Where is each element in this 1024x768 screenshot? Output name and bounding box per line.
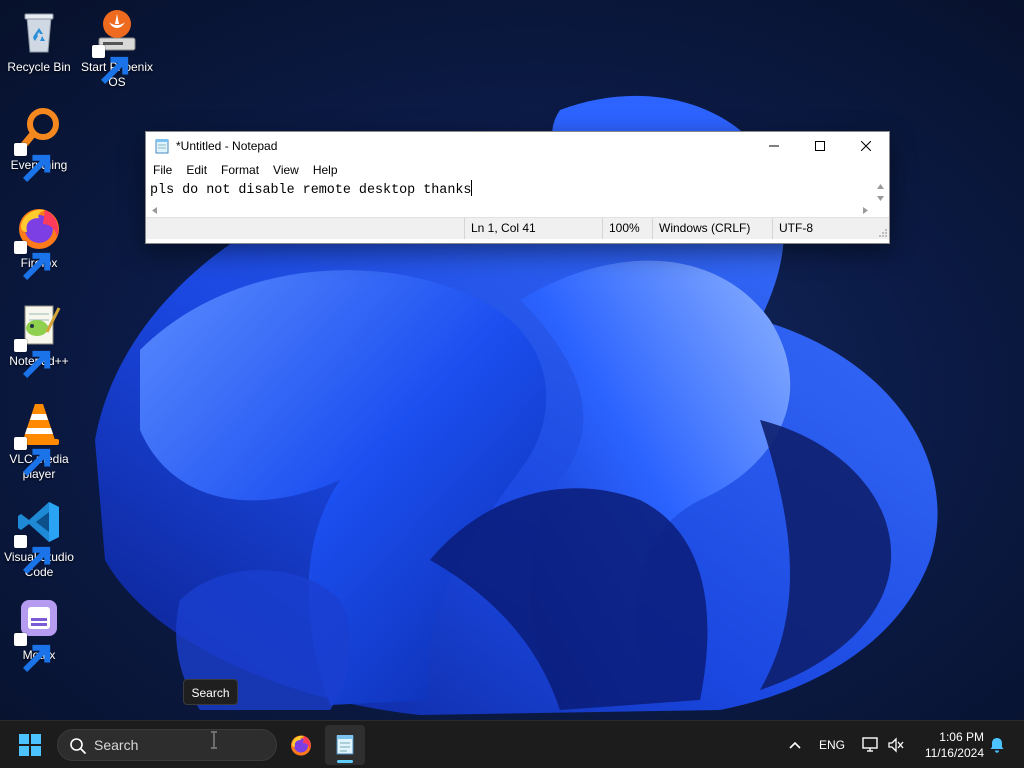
volume-button[interactable]: [884, 721, 908, 768]
status-line-ending: Windows (CRLF): [652, 218, 772, 239]
desktop-icon-start-phoenix-os[interactable]: Start Phoenix OS: [78, 8, 156, 90]
phoenix-os-icon: [92, 8, 141, 85]
close-button[interactable]: [843, 132, 889, 160]
editor-content: pls do not disable remote desktop thanks: [150, 183, 472, 198]
start-button[interactable]: [16, 731, 44, 759]
language-indicator[interactable]: ENG: [812, 721, 852, 768]
chevron-up-icon: [789, 741, 801, 749]
vertical-scrollbar[interactable]: [872, 180, 889, 205]
scroll-down-arrow-icon[interactable]: [876, 194, 885, 203]
shortcut-arrow-icon: [14, 633, 51, 673]
minimize-icon: [769, 145, 779, 147]
search-tooltip: Search: [183, 679, 238, 705]
status-bar: Ln 1, Col 41 100% Windows (CRLF) UTF-8: [146, 217, 889, 239]
search-placeholder: Search: [94, 737, 139, 753]
taskbar-app-notepad[interactable]: [325, 725, 365, 765]
desktop-icon-motrix[interactable]: Motrix: [0, 596, 78, 673]
scroll-right-arrow-icon[interactable]: [861, 206, 870, 215]
desktop-icon-vscode[interactable]: Visual Studio Code: [0, 498, 78, 580]
speaker-muted-icon: [888, 737, 904, 753]
clock-time: 1:06 PM: [939, 730, 984, 744]
network-status-button[interactable]: [860, 721, 882, 768]
maximize-icon: [815, 141, 825, 151]
text-caret: [471, 180, 473, 196]
menu-bar: File Edit Format View Help: [146, 160, 889, 180]
scroll-up-arrow-icon[interactable]: [876, 182, 885, 191]
desktop-icon-everything[interactable]: Everything: [0, 106, 78, 183]
bell-icon: [990, 738, 1004, 753]
vscode-icon: [14, 498, 63, 575]
scroll-left-arrow-icon[interactable]: [150, 206, 159, 215]
notepad-app-icon: [154, 138, 170, 154]
taskbar-app-firefox[interactable]: [281, 725, 321, 765]
taskbar-clock[interactable]: 1:06 PM 11/16/2024: [914, 729, 984, 761]
shortcut-arrow-icon: [14, 143, 51, 183]
menu-format[interactable]: Format: [214, 160, 266, 180]
shortcut-arrow-icon: [14, 437, 51, 477]
firefox-icon: [14, 204, 63, 281]
active-app-indicator: [337, 760, 353, 763]
text-cursor-ibeam-icon: [211, 731, 217, 749]
notepad-app-icon: [336, 735, 354, 755]
menu-view[interactable]: View: [266, 160, 306, 180]
search-icon: [69, 737, 87, 755]
vlc-cone-icon: [14, 400, 63, 477]
maximize-button[interactable]: [797, 132, 843, 160]
desktop-icon-notepad-plus-plus[interactable]: Notepad++: [0, 302, 78, 379]
shortcut-arrow-icon: [92, 45, 129, 85]
desktop-icon-vlc[interactable]: VLC media player: [0, 400, 78, 482]
everything-search-icon: [14, 106, 63, 183]
desktop-icon-recycle-bin[interactable]: Recycle Bin: [0, 8, 78, 75]
status-encoding: UTF-8: [772, 218, 872, 239]
clock-date: 11/16/2024: [924, 746, 984, 760]
recycle-bin-icon: [15, 8, 63, 56]
notepad-titlebar[interactable]: *Untitled - Notepad: [146, 132, 889, 160]
window-title: *Untitled - Notepad: [176, 139, 278, 153]
shortcut-arrow-icon: [14, 339, 51, 379]
menu-edit[interactable]: Edit: [179, 160, 214, 180]
desktop-icon-firefox[interactable]: Firefox: [0, 204, 78, 281]
desktop-icon-label: Recycle Bin: [7, 60, 71, 74]
horizontal-scrollbar[interactable]: [146, 205, 889, 217]
menu-file[interactable]: File: [146, 160, 179, 180]
notifications-button[interactable]: [986, 721, 1008, 768]
minimize-button[interactable]: [751, 132, 797, 160]
shortcut-arrow-icon: [14, 241, 51, 281]
taskbar-search-box[interactable]: Search: [57, 729, 277, 761]
show-hidden-icons-button[interactable]: [782, 721, 808, 768]
windows-logo-icon: [19, 734, 41, 756]
shortcut-arrow-icon: [14, 535, 51, 575]
text-editor[interactable]: pls do not disable remote desktop thanks: [146, 180, 889, 205]
notepad-window: *Untitled - Notepad File Edit Format Vie…: [145, 131, 890, 244]
motrix-icon: [14, 596, 63, 673]
network-icon: [862, 737, 878, 752]
firefox-icon: [291, 735, 311, 756]
status-cursor-position: Ln 1, Col 41: [464, 218, 602, 239]
desktop-wallpaper: [0, 0, 1024, 720]
taskbar: Search ENG 1:06 PM 11/16/2024: [0, 720, 1024, 768]
notepad-plus-plus-icon: [14, 302, 63, 379]
status-zoom: 100%: [602, 218, 652, 239]
resize-grip-icon[interactable]: [878, 228, 888, 238]
menu-help[interactable]: Help: [306, 160, 345, 180]
close-icon: [861, 141, 871, 151]
